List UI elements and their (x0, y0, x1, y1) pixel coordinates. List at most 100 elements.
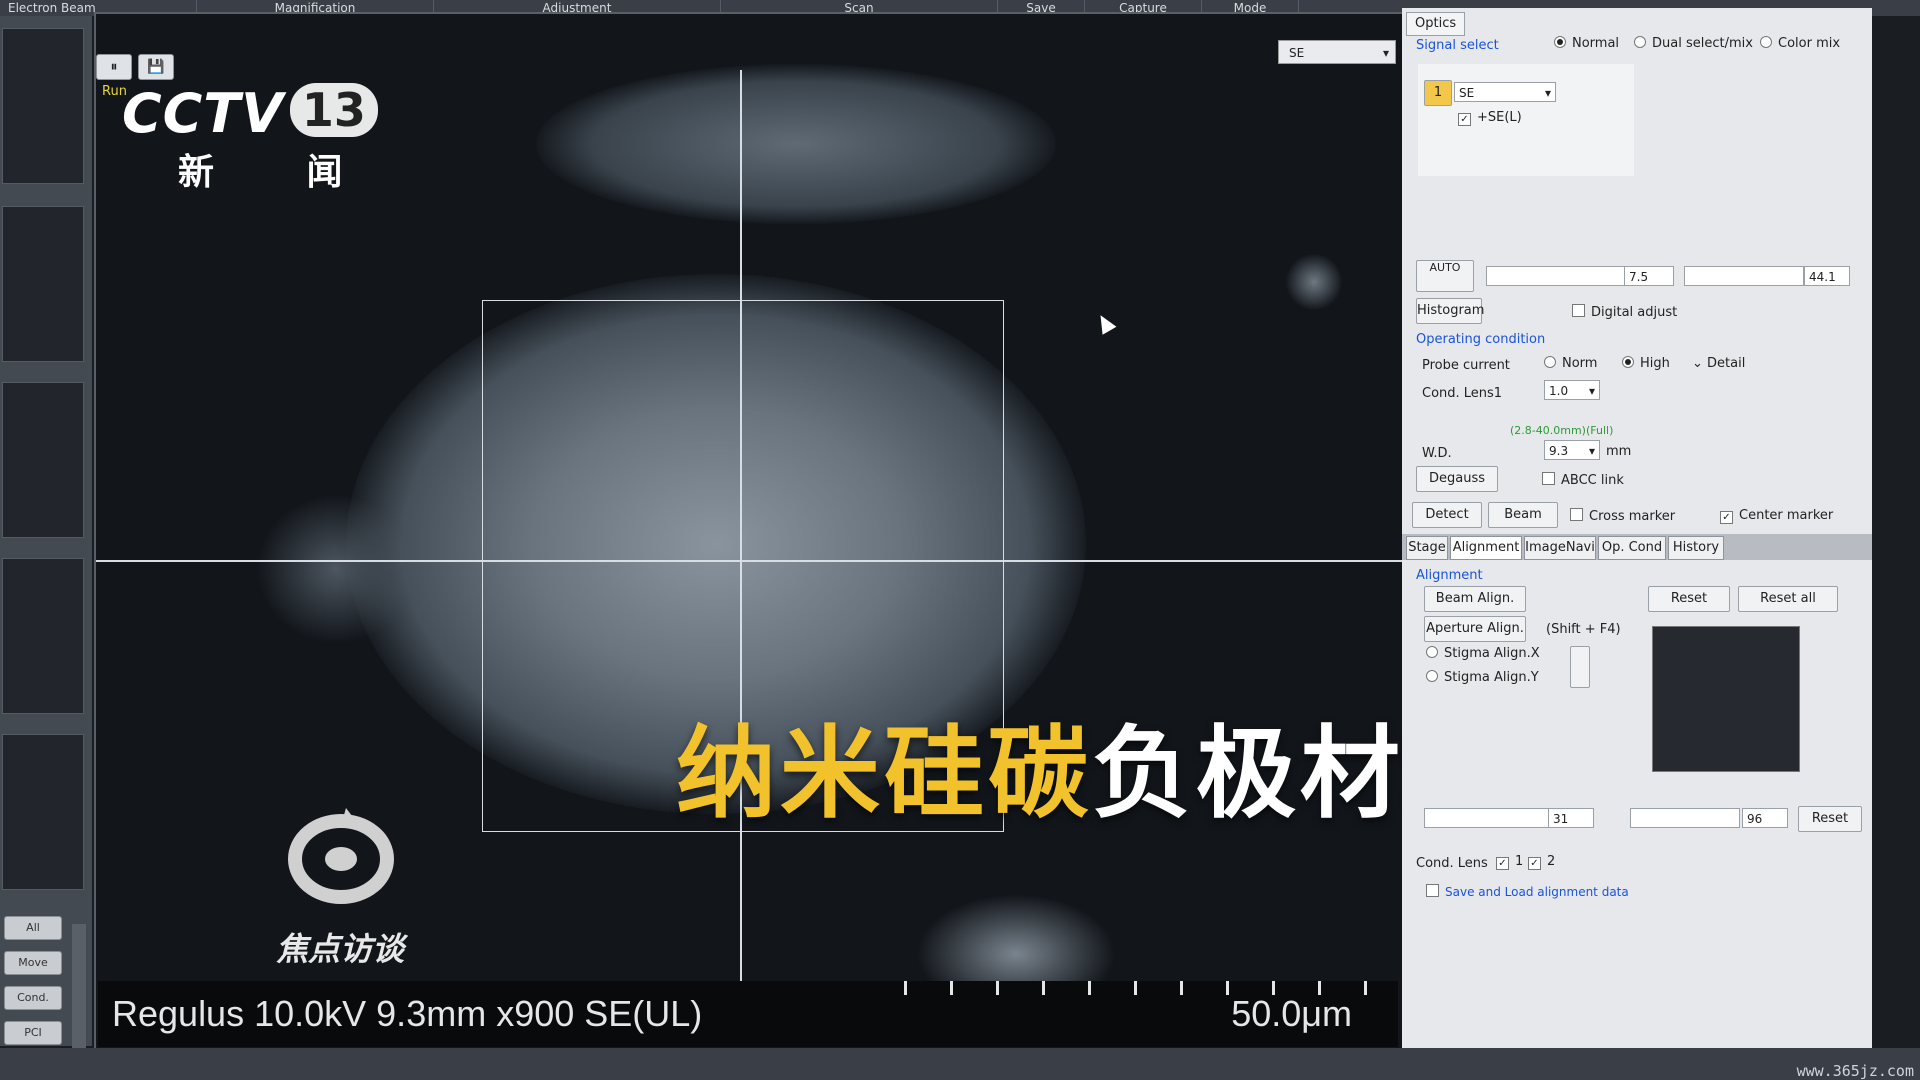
histogram-button[interactable]: Histogram (1416, 298, 1484, 324)
reset-button[interactable]: Reset (1648, 586, 1730, 612)
scale-tick (1226, 981, 1229, 995)
thumbnail[interactable] (2, 734, 84, 890)
mode-colormix-label: Color mix (1778, 36, 1841, 51)
particle-small (1286, 254, 1342, 310)
save-load-alignment-label: Save and Load alignment data (1445, 885, 1629, 899)
signal-value: SE (1289, 46, 1305, 60)
thumbnail-scrollbar[interactable] (72, 924, 86, 1062)
optics-panel: Optics Signal select Normal Dual select/… (1402, 8, 1872, 1048)
cond-lens1-label: Cond. Lens1 (1422, 386, 1503, 401)
tab-alignment[interactable]: Alignment (1450, 536, 1522, 560)
mode-dual-radio[interactable]: Dual select/mix (1634, 36, 1753, 51)
chevron-down-icon: ▾ (1382, 46, 1389, 60)
probe-norm-label: Norm (1562, 356, 1598, 371)
stigma-x-radio[interactable]: Stigma Align.X (1426, 646, 1540, 661)
cross-marker-label: Cross marker (1589, 509, 1676, 524)
mode-colormix-radio[interactable]: Color mix (1760, 36, 1840, 51)
save-load-alignment-checkbox[interactable]: Save and Load alignment data (1426, 884, 1629, 899)
contrast-slider[interactable] (1684, 266, 1804, 286)
thumbnail[interactable] (2, 28, 84, 184)
program-name: 焦点访谈 (276, 930, 405, 968)
cond-lens1-dropdown[interactable]: 1.0 ▾ (1544, 380, 1600, 400)
tab-optics[interactable]: Optics (1406, 12, 1466, 36)
beam-button[interactable]: Beam (1488, 502, 1558, 528)
scale-tick (1364, 981, 1367, 995)
probe-detail-label: Detail (1707, 356, 1746, 371)
wd-value: 9.3 (1549, 444, 1569, 458)
tab-row: Stage Alignment ImageNavi Op. Cond Histo… (1402, 534, 1872, 560)
scale-tick (1180, 981, 1183, 995)
probe-high-radio[interactable]: High (1622, 356, 1670, 371)
cross-marker-checkbox[interactable]: Cross marker (1570, 508, 1675, 524)
beam-align-button[interactable]: Beam Align. (1424, 586, 1526, 612)
sem-image-viewport[interactable]: ⏸ 💾 Run SE ▾ CCTV 13 新 闻 焦点访谈 Regulus 10.0… (94, 12, 1404, 1051)
watermark: www.365jz.com (1796, 1062, 1914, 1080)
signal-select-dropdown[interactable]: SE ▾ (1454, 82, 1556, 102)
probe-high-label: High (1640, 356, 1670, 371)
tab-opcond[interactable]: Op. Cond (1598, 536, 1666, 560)
tab-imagenavi[interactable]: ImageNavi (1524, 536, 1596, 560)
degauss-button[interactable]: Degauss (1416, 466, 1498, 492)
move-button[interactable]: Move (4, 951, 62, 975)
thumbnail[interactable] (2, 382, 84, 538)
align-value-a[interactable]: 31 (1548, 808, 1594, 828)
mode-normal-radio[interactable]: Normal (1554, 36, 1619, 51)
abcc-link-checkbox[interactable]: ABCC link (1542, 472, 1624, 488)
auto-button[interactable]: AUTO (1416, 260, 1474, 292)
contrast-value[interactable]: 44.1 (1804, 266, 1850, 286)
thumbnail-strip: All Move Cond. PCI (0, 16, 92, 1062)
scale-tick (1088, 981, 1091, 995)
thumbnail[interactable] (2, 558, 84, 714)
stigma-y-label: Stigma Align.Y (1444, 670, 1539, 685)
data-bar: Regulus 10.0kV 9.3mm x900 SE(UL) 50.0μm (98, 981, 1398, 1047)
chevron-down-icon: ▾ (1588, 444, 1595, 458)
cond-lens-2-checkbox[interactable]: ✓ 2 (1528, 854, 1555, 870)
save-icon[interactable]: 💾 (138, 54, 174, 80)
tab-history[interactable]: History (1668, 536, 1724, 560)
all-button[interactable]: All (4, 916, 62, 940)
aperture-align-button[interactable]: Aperture Align. (1424, 616, 1526, 642)
scale-tick (996, 981, 999, 995)
cond-lens-1-label: 1 (1515, 854, 1524, 869)
probe-detail-option[interactable]: ⌄ Detail (1692, 356, 1745, 371)
signal-select-value: SE (1459, 86, 1475, 100)
cond-lens-label: Cond. Lens (1416, 856, 1488, 871)
reset-all-button[interactable]: Reset all (1738, 586, 1838, 612)
chevron-down-icon: ▾ (1588, 384, 1595, 398)
tab-stage[interactable]: Stage (1406, 536, 1448, 560)
scale-tick (1042, 981, 1045, 995)
stigma-y-radio[interactable]: Stigma Align.Y (1426, 670, 1539, 685)
wd-unit: mm (1606, 444, 1632, 459)
reset-button-2[interactable]: Reset (1798, 806, 1862, 832)
scale-tick (950, 981, 953, 995)
alignment-label: Alignment (1416, 568, 1483, 583)
stigma-stepper[interactable] (1570, 646, 1590, 688)
mouse-cursor-icon (1093, 311, 1117, 335)
cond-lens-2-label: 2 (1547, 854, 1556, 869)
align-value-b[interactable]: 96 (1742, 808, 1788, 828)
image-info: Regulus 10.0kV 9.3mm x900 SE(UL) (112, 993, 703, 1034)
cond-button[interactable]: Cond. (4, 986, 62, 1010)
signal-number-button[interactable]: 1 (1424, 80, 1452, 106)
channel-name: 新 闻 (178, 152, 383, 193)
signal-dropdown[interactable]: SE ▾ (1278, 40, 1396, 64)
cond-lens-1-checkbox[interactable]: ✓ 1 (1496, 854, 1523, 870)
brightness-value[interactable]: 7.5 (1624, 266, 1674, 286)
cctv13-logo: CCTV 13 新 闻 (122, 82, 383, 195)
signal-sub-label: +SE(L) (1477, 110, 1522, 125)
detect-button[interactable]: Detect (1412, 502, 1482, 528)
pause-button[interactable]: ⏸ (96, 54, 132, 80)
operating-condition-label: Operating condition (1416, 332, 1546, 347)
pci-button[interactable]: PCI (4, 1021, 62, 1045)
digital-adjust-checkbox[interactable]: Digital adjust (1572, 304, 1677, 320)
signal-sub-checkbox[interactable]: ✓ +SE(L) (1458, 110, 1522, 126)
align-slider-b[interactable] (1630, 808, 1740, 828)
signal-select-label: Signal select (1416, 38, 1499, 53)
wd-dropdown[interactable]: 9.3 ▾ (1544, 440, 1600, 460)
probe-norm-radio[interactable]: Norm (1544, 356, 1597, 371)
thumbnail[interactable] (2, 206, 84, 362)
caption-subtitle: 纳米硅碳负极材料 (676, 692, 1508, 837)
abcc-link-label: ABCC link (1561, 473, 1624, 488)
alignment-preview[interactable] (1652, 626, 1800, 772)
center-marker-checkbox[interactable]: ✓ Center marker (1720, 508, 1833, 524)
